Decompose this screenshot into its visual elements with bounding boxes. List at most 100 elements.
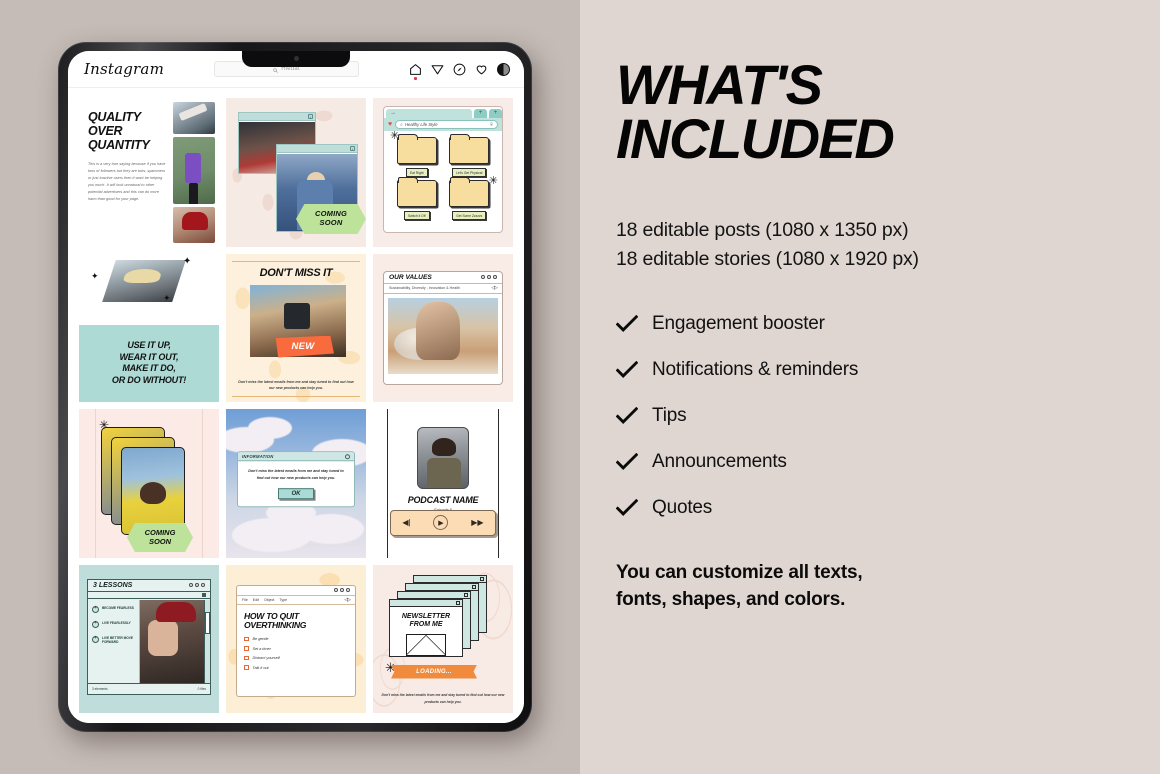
post-tile-dont-miss-it[interactable]: DON'T MISS IT NEW Don't miss the latest … [226, 253, 366, 402]
post10-footer-left: 3 elements [92, 687, 108, 691]
post5-new-badge-label: NEW [291, 341, 315, 352]
checkbox-icon[interactable] [244, 646, 249, 651]
checklist-item[interactable]: Distract yourself [244, 655, 348, 661]
feature-label: Notifications & reminders [652, 358, 859, 380]
post2-window-front-titlebar: × [277, 145, 357, 153]
list-item[interactable]: BECOME FEARLESS [92, 605, 136, 613]
list-item[interactable]: LIVE BETTER MOVE FORWARD [92, 635, 136, 645]
divider [202, 409, 203, 558]
plus-icon [92, 605, 99, 613]
post11-window: File Edit Object Type ◁▷ HOW TO QUIT OVE… [236, 584, 356, 697]
play-button[interactable]: ▶ [433, 515, 449, 530]
window-controls[interactable] [481, 275, 497, 279]
close-icon[interactable]: × [308, 114, 313, 119]
feature-item-quotes: Quotes [616, 497, 1134, 519]
window-controls[interactable] [334, 588, 350, 592]
post10-photo [140, 599, 204, 683]
folder-item[interactable]: Switch it Off [392, 177, 442, 220]
post-tile-coming-soon-windows[interactable]: × × COMING SOON [226, 98, 366, 247]
post6-title: OUR VALUES [389, 273, 432, 281]
post3-browser-tabs: → + + [384, 107, 502, 118]
checkbox-icon[interactable] [244, 636, 249, 642]
close-icon[interactable] [456, 600, 460, 605]
folder-item[interactable]: ✳ Get Some Zzzzzs [445, 176, 498, 220]
post7-badge-line2: SOON [148, 536, 172, 546]
checkbox-icon[interactable] [244, 665, 249, 670]
address-input[interactable]: ⌕ Healthy Life Style ⌾ [395, 120, 498, 129]
compass-icon[interactable] [453, 63, 466, 76]
instagram-logo[interactable]: Instagram [84, 60, 164, 78]
feature-item-notifications-reminders: Notifications & reminders [616, 359, 1134, 381]
next-button[interactable]: ▶▶ [471, 518, 483, 527]
post-tile-newsletter[interactable]: NEWSLETTER FROM ME ✳ LOADING... Don't mi… [373, 564, 513, 713]
prev-next-icon[interactable]: ◁▷ [491, 285, 498, 291]
list-item[interactable]: LIVE FEARLESSLY [92, 620, 136, 628]
post-tile-our-values[interactable]: OUR VALUES Sustainability, Diversity , I… [373, 253, 513, 402]
home-icon[interactable] [409, 63, 422, 80]
post12-window-4-titlebar [414, 575, 486, 583]
post-tile-information-dialog[interactable]: INFORMATION Don't miss the latest emails… [226, 409, 366, 558]
checklist-item[interactable]: Set a timer [244, 646, 348, 651]
browser-tab-new-2[interactable]: + [489, 109, 502, 118]
camera-icon[interactable]: ⌾ [490, 122, 493, 128]
post6-subtitle-bar: Sustainability, Diversity , Innovation &… [384, 284, 502, 294]
checklist-label: Set a timer [252, 646, 271, 651]
folder-item[interactable]: Let's Get Physical [445, 134, 495, 177]
post-tile-how-to-quit-overthinking[interactable]: File Edit Object Type ◁▷ HOW TO QUIT OVE… [226, 564, 366, 713]
post-tile-healthy-folders[interactable]: → + + ♥ ⌕ Healthy Life Style ⌾ ✳ Eat Rig… [373, 98, 513, 247]
paper-plane-icon[interactable] [431, 63, 444, 76]
menu-item-object[interactable]: Object [264, 598, 274, 602]
size-spec-posts: 18 editable posts (1080 x 1350 px) [616, 218, 909, 241]
cloud-shape [248, 417, 292, 439]
folder-item[interactable]: ✳ Eat Right [390, 131, 442, 177]
headline-line-2: INCLUDED [616, 106, 895, 170]
tablet-device-mockup: Instagram Hledat QUALITY OVER QUANTITY T… [58, 42, 532, 732]
prev-next-icon[interactable]: ◁▷ [344, 597, 351, 603]
close-icon[interactable]: × [350, 146, 355, 151]
instagram-nav-icons [409, 62, 510, 80]
feature-label: Quotes [652, 496, 713, 518]
ok-button[interactable]: OK [278, 488, 314, 500]
heart-icon[interactable] [475, 63, 488, 76]
page-title: WHAT'S INCLUDED [616, 57, 1134, 170]
post11-title: HOW TO QUIT OVERTHINKING [244, 610, 307, 631]
scrollbar[interactable] [204, 599, 210, 683]
profile-avatar-icon[interactable] [497, 62, 510, 76]
post-tile-use-it-up[interactable]: ✦ ✦ ✦ USE IT UP, WEAR IT OUT, MAKE IT DO… [79, 253, 219, 402]
post11-checklist: Be gentle Set a timer Distract yourself [237, 635, 355, 672]
close-icon[interactable] [480, 576, 484, 581]
scrollbar-thumb[interactable] [205, 611, 210, 634]
sparkle-icon: ✦ [183, 255, 192, 267]
browser-tab-new-1[interactable]: + [474, 109, 487, 118]
post-tile-quality-over-quantity[interactable]: QUALITY OVER QUANTITY This is a very tru… [79, 98, 219, 247]
post12-loading-banner: LOADING... [391, 664, 477, 679]
size-specs: 18 editable posts (1080 x 1350 px) 18 ed… [616, 216, 1134, 275]
browser-tab-active[interactable]: → [386, 109, 472, 118]
checklist-item[interactable]: Talk it out [244, 665, 348, 670]
menu-item-edit[interactable]: Edit [253, 598, 259, 602]
envelope-icon [406, 634, 446, 656]
post12-window-1-content: NEWSLETTER FROM ME [390, 608, 462, 656]
post4-quote: USE IT UP, WEAR IT OUT, MAKE IT DO, OR D… [111, 339, 187, 386]
close-icon[interactable] [345, 454, 350, 460]
menu-item-file[interactable]: File [242, 598, 248, 602]
closing-line-1: You can customize all texts, [616, 561, 863, 583]
checklist-label: Be gentle [252, 637, 269, 641]
close-icon[interactable] [464, 592, 468, 597]
post1-body-text: This is a very true saying because if yo… [88, 162, 166, 201]
prev-button[interactable]: ◀| [402, 518, 410, 527]
grid-view-icon[interactable] [202, 592, 206, 597]
post12-title: NEWSLETTER FROM ME [401, 612, 451, 628]
close-icon[interactable] [472, 584, 476, 589]
post12-loading-label: LOADING... [416, 668, 452, 675]
checkbox-icon[interactable] [244, 655, 249, 661]
checklist-item[interactable]: Be gentle [244, 636, 348, 642]
post-tile-coming-soon-cards[interactable]: ✳ COMING SOON [79, 409, 219, 558]
post4-quote-area: USE IT UP, WEAR IT OUT, MAKE IT DO, OR D… [79, 324, 219, 402]
post6-window: OUR VALUES Sustainability, Diversity , I… [383, 270, 503, 385]
ok-button-label: OK [291, 491, 301, 498]
post-tile-3-lessons[interactable]: 3 LESSONS BECOME FEARLESS [79, 564, 219, 713]
post-tile-podcast[interactable]: PODCAST NAME Episode 5 ◀| ▶ ▶▶ [373, 409, 513, 558]
menu-item-type[interactable]: Type [279, 598, 287, 602]
window-controls[interactable] [189, 583, 205, 587]
